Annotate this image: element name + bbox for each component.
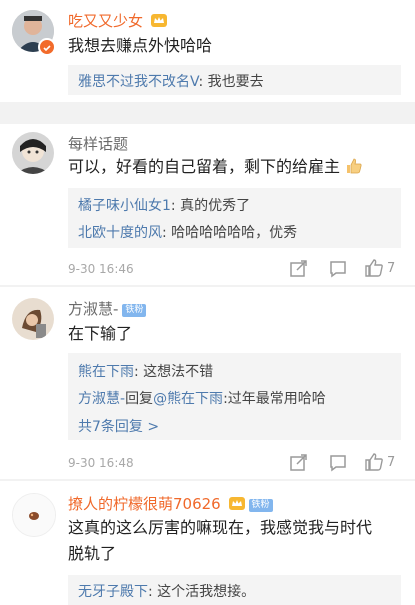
comment-content: 可以，好看的自己留着，剩下的给雇主 bbox=[68, 154, 401, 180]
fans-badge: 铁粉 bbox=[248, 499, 273, 512]
reply-item[interactable]: 北欧十度的风: 哈哈哈哈哈哈，优秀 bbox=[78, 222, 297, 242]
mentioned-username[interactable]: @熊在下雨 bbox=[153, 391, 223, 407]
comment-content: 在下输了 bbox=[68, 324, 133, 343]
comment-text: 可以，好看的自己留着，剩下的给雇主 bbox=[68, 157, 341, 176]
reply-box[interactable]: 橘子味小仙女1: 真的优秀了 北欧十度的风: 哈哈哈哈哈哈，优秀 bbox=[68, 188, 401, 248]
reply-item[interactable]: 无牙子殿下: 这个活我想接。 bbox=[78, 581, 255, 601]
username-text[interactable]: 吃又又少女 bbox=[68, 12, 143, 30]
reply-username[interactable]: 北欧十度的风 bbox=[78, 225, 162, 241]
reply-box[interactable]: 熊在下雨: 这想法不错 方淑慧-回复@熊在下雨:过年最常用哈哈 共7条回复 > bbox=[68, 353, 401, 440]
reply-text: :过年最常用哈哈 bbox=[223, 391, 326, 407]
reply-item[interactable]: 橘子味小仙女1: 真的优秀了 bbox=[78, 195, 250, 215]
comment-content: 我想去赚点外快哈哈 bbox=[68, 36, 213, 55]
reply-item[interactable]: 雅思不过我不改名V: 我也要去 bbox=[78, 71, 264, 91]
reply-action-text: 回复 bbox=[125, 391, 154, 407]
username-text[interactable]: 撩人的柠檬很萌70626 bbox=[68, 495, 221, 513]
verified-badge-icon bbox=[38, 38, 56, 56]
reply-text: : 真的优秀了 bbox=[170, 198, 251, 214]
reply-username[interactable]: 橘子味小仙女1 bbox=[78, 198, 171, 214]
reply-text: : 我也要去 bbox=[198, 74, 264, 90]
share-icon[interactable] bbox=[289, 259, 309, 279]
reply-text: : 哈哈哈哈哈哈，优秀 bbox=[162, 225, 298, 241]
comment-feed: 吃又又少女 我想去赚点外快哈哈 雅思不过我不改名V: 我也要去 每样话题 可以，… bbox=[0, 0, 415, 605]
like-count: 7 bbox=[387, 455, 396, 470]
reply-item[interactable]: 方淑慧-回复@熊在下雨:过年最常用哈哈 bbox=[78, 388, 326, 408]
comment-text-line: 这真的这么厉害的嘛现在，我感觉我与时代 bbox=[68, 518, 373, 537]
reply-username[interactable]: 熊在下雨 bbox=[78, 364, 134, 380]
thumbs-up-emoji-icon bbox=[347, 158, 362, 174]
comment-username[interactable]: 每样话题 bbox=[68, 133, 128, 154]
avatar[interactable] bbox=[12, 132, 54, 174]
more-replies-link[interactable]: 共7条回复 > bbox=[78, 416, 159, 436]
comment-icon[interactable] bbox=[328, 259, 348, 279]
like-count: 7 bbox=[387, 261, 396, 276]
reply-box[interactable]: 雅思不过我不改名V: 我也要去 bbox=[68, 65, 401, 95]
user-photo-icon bbox=[12, 132, 54, 174]
user-photo-icon bbox=[13, 494, 55, 536]
comment-icon[interactable] bbox=[328, 453, 348, 473]
reply-username[interactable]: 无牙子殿下 bbox=[78, 584, 148, 600]
like-icon[interactable] bbox=[364, 258, 384, 278]
reply-box[interactable]: 无牙子殿下: 这个活我想接。 bbox=[68, 575, 401, 605]
comment-username[interactable]: 吃又又少女 bbox=[68, 10, 167, 31]
comment-card: 撩人的柠檬很萌70626 铁粉 这真的这么厉害的嘛现在，我感觉我与时代 脱轨了 … bbox=[0, 481, 415, 605]
reply-username[interactable]: 方淑慧- bbox=[78, 391, 125, 407]
avatar[interactable] bbox=[12, 298, 54, 340]
reply-text: : 这个活我想接。 bbox=[148, 584, 256, 600]
reply-username[interactable]: 雅思不过我不改名V bbox=[78, 74, 198, 90]
comment-card: 每样话题 可以，好看的自己留着，剩下的给雇主 橘子味小仙女1: 真的优秀了 北欧… bbox=[0, 124, 415, 285]
comment-username[interactable]: 撩人的柠檬很萌70626 铁粉 bbox=[68, 493, 273, 514]
comment-card: 方淑慧- 铁粉 在下输了 熊在下雨: 这想法不错 方淑慧-回复@熊在下雨:过年最常… bbox=[0, 287, 415, 479]
user-photo-icon bbox=[12, 298, 54, 340]
share-icon[interactable] bbox=[289, 453, 309, 473]
vip-crown-icon bbox=[228, 497, 245, 510]
comment-timestamp: 9-30 16:46 bbox=[68, 262, 134, 276]
avatar[interactable] bbox=[12, 493, 56, 537]
vip-crown-icon bbox=[150, 14, 167, 27]
reply-item[interactable]: 熊在下雨: 这想法不错 bbox=[78, 361, 213, 381]
username-text[interactable]: 方淑慧- bbox=[68, 300, 118, 318]
reply-text: : 这想法不错 bbox=[134, 364, 214, 380]
like-icon[interactable] bbox=[364, 452, 384, 472]
comment-timestamp: 9-30 16:48 bbox=[68, 456, 134, 470]
fans-badge: 铁粉 bbox=[122, 304, 147, 317]
comment-text-line: 脱轨了 bbox=[68, 544, 117, 563]
comment-card: 吃又又少女 我想去赚点外快哈哈 雅思不过我不改名V: 我也要去 bbox=[0, 0, 415, 102]
comment-content: 这真的这么厉害的嘛现在，我感觉我与时代 脱轨了 bbox=[68, 515, 401, 567]
comment-username[interactable]: 方淑慧- 铁粉 bbox=[68, 298, 147, 319]
